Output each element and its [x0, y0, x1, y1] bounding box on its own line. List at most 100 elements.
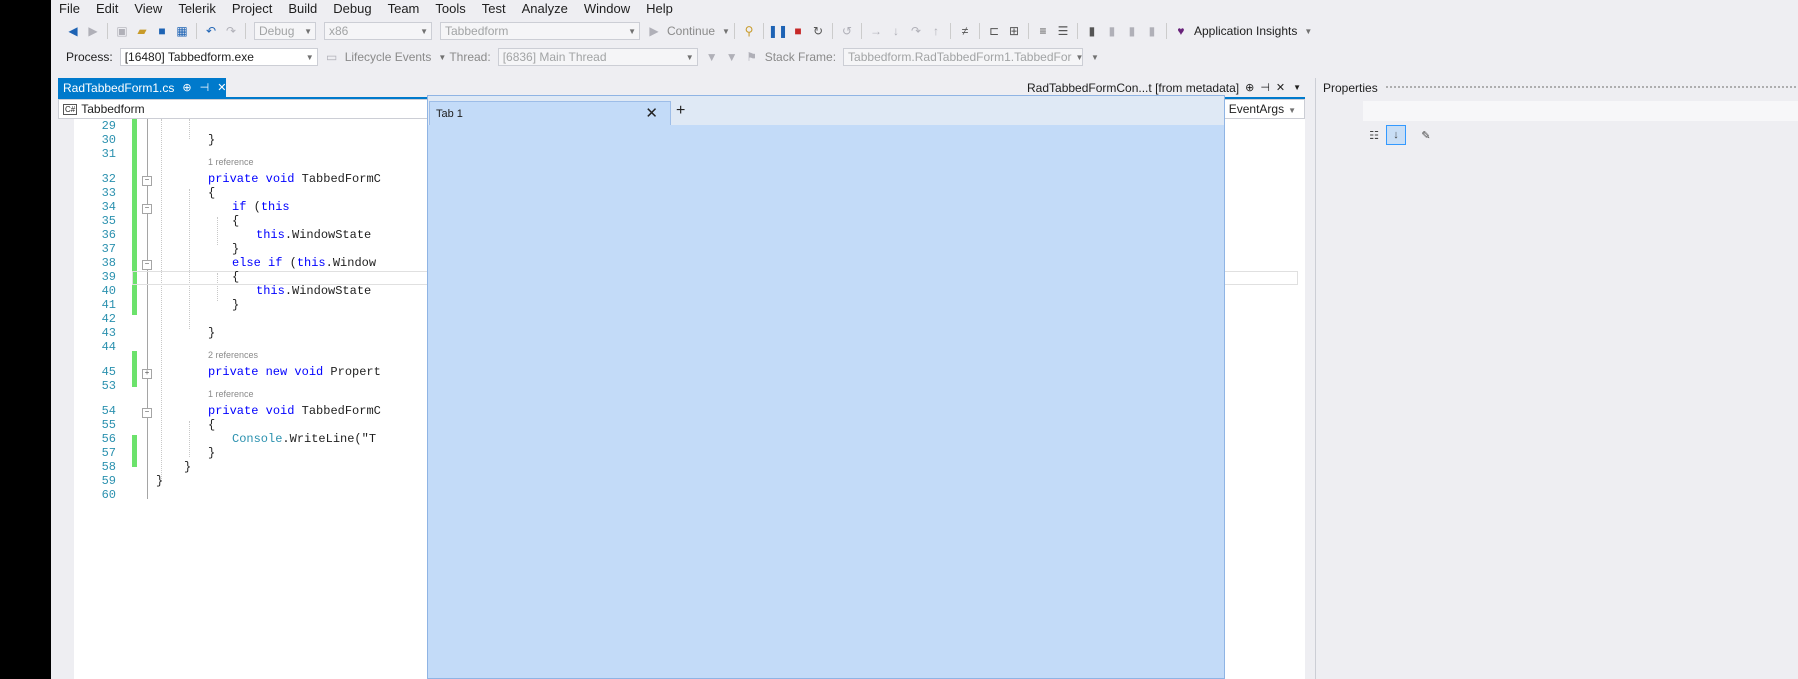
platform-combo[interactable]: x86 ▼ [324, 22, 432, 40]
indent-guide [189, 119, 191, 139]
menu-analyze[interactable]: Analyze [514, 0, 576, 18]
clear-bookmarks-icon[interactable]: ▮ [1143, 22, 1161, 40]
tab-1[interactable]: Tab 1 ✕ [429, 101, 671, 125]
keyword: this [260, 200, 290, 214]
stop-icon[interactable]: ■ [789, 22, 807, 40]
startup-project-value: Tabbedform [445, 24, 509, 38]
doc-tab-label: RadTabbedForm1.cs [63, 80, 175, 95]
keyword: this [256, 228, 285, 242]
show-next-statement-icon[interactable]: ↺ [838, 22, 856, 40]
hex-display-icon[interactable]: ≠ [956, 22, 974, 40]
lightbulb-icon[interactable]: ♥ [1172, 22, 1190, 40]
close-icon[interactable]: ✕ [217, 81, 226, 94]
close-icon[interactable]: ✕ [1276, 81, 1285, 94]
panel-grip[interactable] [1385, 85, 1798, 90]
prev-bookmark-icon[interactable]: ▮ [1103, 22, 1121, 40]
code-line: this.WindowState [256, 228, 371, 242]
open-folder-icon[interactable]: ▰ [133, 22, 151, 40]
punct: ( [289, 256, 297, 270]
breakpoints-icon[interactable]: ⊏ [985, 22, 1003, 40]
menu-window[interactable]: Window [576, 0, 638, 18]
filter-icon[interactable]: ▼ [703, 48, 721, 66]
collapse-icon[interactable]: − [142, 408, 152, 418]
code-line: } [156, 474, 164, 488]
line-number: 43 [101, 326, 116, 340]
application-insights-button[interactable]: Application Insights [1194, 24, 1297, 38]
categorized-icon[interactable]: ☷ [1364, 125, 1384, 145]
collapse-icon[interactable]: − [142, 204, 152, 214]
forward-icon[interactable]: ▶ [84, 22, 102, 40]
next-bookmark-icon[interactable]: ▮ [1123, 22, 1141, 40]
add-tab-button[interactable]: + [676, 102, 685, 120]
step-over-icon[interactable]: ↷ [907, 22, 925, 40]
step-arrow-icon[interactable]: → [867, 22, 885, 40]
pause-icon[interactable]: ❚❚ [768, 22, 788, 40]
keep-open-icon[interactable]: ⊣ [200, 81, 210, 94]
redo-icon[interactable]: ↷ [222, 22, 240, 40]
doc-tab-radtabbedform1[interactable]: RadTabbedForm1.cs ⊕ ⊣ ✕ [58, 78, 226, 97]
menu-build[interactable]: Build [280, 0, 325, 18]
line-number: 37 [101, 242, 116, 256]
lifecycle-events-button[interactable]: Lifecycle Events [345, 50, 432, 64]
tabbed-form-window[interactable]: Tab 1 ✕ + [427, 95, 1225, 679]
menu-help[interactable]: Help [638, 0, 681, 18]
restart-icon[interactable]: ↻ [809, 22, 827, 40]
thread-combo[interactable]: [6836] Main Thread ▼ [497, 48, 698, 66]
back-icon[interactable]: ◀ [64, 22, 82, 40]
stack-frame-value: Tabbedform.RadTabbedForm1.TabbedFor [848, 50, 1072, 64]
alphabetical-icon[interactable]: ↓ [1386, 125, 1406, 145]
undo-icon[interactable]: ↶ [202, 22, 220, 40]
find-icon[interactable]: ⚲ [740, 22, 758, 40]
code-line: { [208, 418, 216, 432]
line-number: 57 [101, 446, 116, 460]
collapse-icon[interactable]: − [142, 176, 152, 186]
code-line: } [208, 133, 216, 147]
identifier: TabbedFormC [301, 172, 381, 186]
separator [245, 23, 246, 39]
new-project-icon[interactable]: ▣ [113, 22, 131, 40]
property-grid[interactable] [1364, 148, 1798, 679]
type-navigator[interactable]: C# Tabbedform [59, 102, 145, 116]
wrench-icon[interactable]: ✎ [1416, 125, 1436, 145]
close-icon[interactable]: ✕ [645, 104, 658, 122]
step-out-icon[interactable]: ↑ [927, 22, 945, 40]
menu-view[interactable]: View [126, 0, 170, 18]
expand-icon[interactable]: + [142, 369, 152, 379]
step-into-icon[interactable]: ↓ [887, 22, 905, 40]
save-all-icon[interactable]: ▦ [173, 22, 191, 40]
chevron-down-icon[interactable]: ▼ [1293, 83, 1301, 92]
bookmark-icon[interactable]: ▮ [1083, 22, 1101, 40]
flag-icon[interactable]: ⚑ [743, 48, 761, 66]
line-number: 54 [101, 404, 116, 418]
codelens-references[interactable]: 2 references [208, 350, 258, 360]
play-icon[interactable]: ▶ [645, 22, 663, 40]
save-icon[interactable]: ■ [153, 22, 171, 40]
identifier: .WindowState [284, 228, 372, 242]
align-icon[interactable]: ≡ [1034, 22, 1052, 40]
process-combo[interactable]: [16480] Tabbedform.exe ▼ [119, 48, 318, 66]
toolbar-options-icon[interactable]: ▼ [1091, 53, 1099, 62]
menu-telerik[interactable]: Telerik [170, 0, 224, 18]
codelens-references[interactable]: 1 reference [208, 157, 254, 167]
threads-icon[interactable]: ⊞ [1005, 22, 1023, 40]
separator [831, 23, 833, 39]
configuration-combo[interactable]: Debug ▼ [254, 22, 316, 40]
menu-tools[interactable]: Tools [427, 0, 473, 18]
menu-project[interactable]: Project [224, 0, 280, 18]
menu-test[interactable]: Test [474, 0, 514, 18]
menu-edit[interactable]: Edit [88, 0, 126, 18]
collapse-icon[interactable]: − [142, 260, 152, 270]
menu-file[interactable]: File [51, 0, 88, 18]
menu-debug[interactable]: Debug [325, 0, 379, 18]
stack-frame-combo[interactable]: Tabbedform.RadTabbedForm1.TabbedFor ▼ [843, 48, 1083, 66]
filter-clear-icon[interactable]: ▼ [723, 48, 741, 66]
codelens-references[interactable]: 1 reference [208, 389, 254, 399]
pin-icon[interactable]: ⊕ [1245, 81, 1254, 94]
continue-button[interactable]: Continue [667, 24, 715, 38]
properties-object-combo[interactable] [1363, 101, 1798, 121]
promote-icon[interactable]: ⊣ [1260, 81, 1270, 94]
startup-project-combo[interactable]: Tabbedform ▼ [440, 22, 640, 40]
pin-icon[interactable]: ⊕ [182, 81, 191, 94]
outline-icon[interactable]: ☰ [1054, 22, 1072, 40]
menu-team[interactable]: Team [380, 0, 428, 18]
